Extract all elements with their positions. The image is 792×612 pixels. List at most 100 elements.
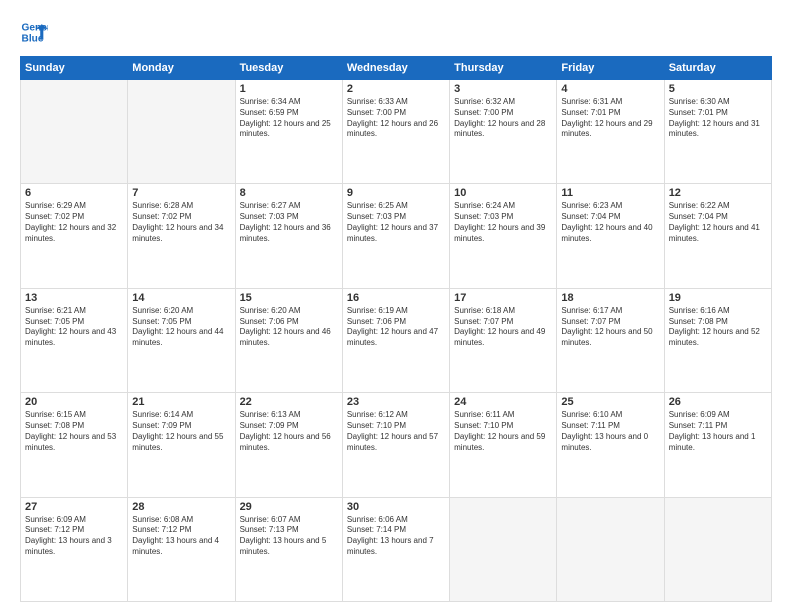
- day-number: 14: [132, 292, 230, 304]
- weekday-header: Saturday: [664, 57, 771, 80]
- calendar-row: 6 Sunrise: 6:29 AMSunset: 7:02 PMDaylight…: [21, 184, 772, 288]
- calendar-cell: 20Sunrise: 6:15 AMSunset: 7:08 PMDayligh…: [21, 393, 128, 497]
- weekday-header: Wednesday: [342, 57, 449, 80]
- cell-info: Sunrise: 6:08 AMSunset: 7:12 PMDaylight:…: [132, 515, 230, 558]
- calendar-cell: 7 Sunrise: 6:28 AMSunset: 7:02 PMDaylight…: [128, 184, 235, 288]
- page: General Blue SundayMondayTuesdayWednesda…: [0, 0, 792, 612]
- cell-info: Sunrise: 6:19 AMSunset: 7:06 PMDaylight:…: [347, 306, 445, 349]
- day-number: 11: [561, 187, 659, 199]
- calendar-cell: 21Sunrise: 6:14 AMSunset: 7:09 PMDayligh…: [128, 393, 235, 497]
- day-number: 4: [561, 83, 659, 95]
- calendar-cell: [450, 497, 557, 601]
- calendar-cell: 12 Sunrise: 6:22 AMSunset: 7:04 PMDayligh…: [664, 184, 771, 288]
- calendar-row: 13Sunrise: 6:21 AMSunset: 7:05 PMDayligh…: [21, 288, 772, 392]
- cell-info: Sunrise: 6:25 AMSunset: 7:03 PMDaylight:…: [347, 201, 445, 244]
- day-number: 23: [347, 396, 445, 408]
- day-number: 25: [561, 396, 659, 408]
- calendar-cell: 10 Sunrise: 6:24 AMSunset: 7:03 PMDayligh…: [450, 184, 557, 288]
- weekday-header: Friday: [557, 57, 664, 80]
- calendar-table: SundayMondayTuesdayWednesdayThursdayFrid…: [20, 56, 772, 602]
- cell-info: Sunrise: 6:14 AMSunset: 7:09 PMDaylight:…: [132, 410, 230, 453]
- cell-info: Sunrise: 6:31 AMSunset: 7:01 PMDaylight:…: [561, 97, 659, 140]
- day-number: 27: [25, 501, 123, 513]
- cell-info: Sunrise: 6:20 AMSunset: 7:05 PMDaylight:…: [132, 306, 230, 349]
- day-number: 20: [25, 396, 123, 408]
- day-number: 8: [240, 187, 338, 199]
- calendar-cell: 4 Sunrise: 6:31 AMSunset: 7:01 PMDaylight…: [557, 80, 664, 184]
- day-number: 17: [454, 292, 552, 304]
- calendar-cell: 19 Sunrise: 6:16 AMSunset: 7:08 PMDayligh…: [664, 288, 771, 392]
- calendar-cell: 1 Sunrise: 6:34 AMSunset: 6:59 PMDaylight…: [235, 80, 342, 184]
- calendar-cell: 17 Sunrise: 6:18 AMSunset: 7:07 PMDayligh…: [450, 288, 557, 392]
- calendar-cell: 9 Sunrise: 6:25 AMSunset: 7:03 PMDaylight…: [342, 184, 449, 288]
- calendar-cell: [128, 80, 235, 184]
- cell-info: Sunrise: 6:23 AMSunset: 7:04 PMDaylight:…: [561, 201, 659, 244]
- calendar-row: 20Sunrise: 6:15 AMSunset: 7:08 PMDayligh…: [21, 393, 772, 497]
- calendar-row: 27 Sunrise: 6:09 AMSunset: 7:12 PMDayligh…: [21, 497, 772, 601]
- calendar-cell: 25 Sunrise: 6:10 AMSunset: 7:11 PMDayligh…: [557, 393, 664, 497]
- logo-icon: General Blue: [20, 18, 48, 46]
- day-number: 28: [132, 501, 230, 513]
- day-number: 1: [240, 83, 338, 95]
- cell-info: Sunrise: 6:20 AMSunset: 7:06 PMDaylight:…: [240, 306, 338, 349]
- calendar-cell: [21, 80, 128, 184]
- weekday-header: Thursday: [450, 57, 557, 80]
- calendar-cell: 18 Sunrise: 6:17 AMSunset: 7:07 PMDayligh…: [557, 288, 664, 392]
- calendar-cell: 27 Sunrise: 6:09 AMSunset: 7:12 PMDayligh…: [21, 497, 128, 601]
- cell-info: Sunrise: 6:11 AMSunset: 7:10 PMDaylight:…: [454, 410, 552, 453]
- weekday-header: Monday: [128, 57, 235, 80]
- cell-info: Sunrise: 6:10 AMSunset: 7:11 PMDaylight:…: [561, 410, 659, 453]
- calendar-cell: 29 Sunrise: 6:07 AMSunset: 7:13 PMDayligh…: [235, 497, 342, 601]
- day-number: 5: [669, 83, 767, 95]
- cell-info: Sunrise: 6:24 AMSunset: 7:03 PMDaylight:…: [454, 201, 552, 244]
- calendar-cell: 5 Sunrise: 6:30 AMSunset: 7:01 PMDaylight…: [664, 80, 771, 184]
- cell-info: Sunrise: 6:07 AMSunset: 7:13 PMDaylight:…: [240, 515, 338, 558]
- calendar-cell: 3Sunrise: 6:32 AMSunset: 7:00 PMDaylight…: [450, 80, 557, 184]
- day-number: 10: [454, 187, 552, 199]
- calendar-cell: [664, 497, 771, 601]
- day-number: 22: [240, 396, 338, 408]
- weekday-header: Tuesday: [235, 57, 342, 80]
- day-number: 15: [240, 292, 338, 304]
- calendar-cell: 23Sunrise: 6:12 AMSunset: 7:10 PMDayligh…: [342, 393, 449, 497]
- calendar-body: 1 Sunrise: 6:34 AMSunset: 6:59 PMDaylight…: [21, 80, 772, 602]
- cell-info: Sunrise: 6:33 AMSunset: 7:00 PMDaylight:…: [347, 97, 445, 140]
- day-number: 19: [669, 292, 767, 304]
- day-number: 2: [347, 83, 445, 95]
- day-number: 29: [240, 501, 338, 513]
- calendar-cell: 6 Sunrise: 6:29 AMSunset: 7:02 PMDaylight…: [21, 184, 128, 288]
- calendar-cell: 14 Sunrise: 6:20 AMSunset: 7:05 PMDayligh…: [128, 288, 235, 392]
- weekday-header: Sunday: [21, 57, 128, 80]
- day-number: 6: [25, 187, 123, 199]
- day-number: 24: [454, 396, 552, 408]
- cell-info: Sunrise: 6:32 AMSunset: 7:00 PMDaylight:…: [454, 97, 552, 140]
- calendar-cell: 26Sunrise: 6:09 AMSunset: 7:11 PMDayligh…: [664, 393, 771, 497]
- calendar-cell: 8 Sunrise: 6:27 AMSunset: 7:03 PMDaylight…: [235, 184, 342, 288]
- cell-info: Sunrise: 6:06 AMSunset: 7:14 PMDaylight:…: [347, 515, 445, 558]
- calendar-cell: 11 Sunrise: 6:23 AMSunset: 7:04 PMDayligh…: [557, 184, 664, 288]
- cell-info: Sunrise: 6:09 AMSunset: 7:12 PMDaylight:…: [25, 515, 123, 558]
- calendar-header-row: SundayMondayTuesdayWednesdayThursdayFrid…: [21, 57, 772, 80]
- day-number: 12: [669, 187, 767, 199]
- cell-info: Sunrise: 6:18 AMSunset: 7:07 PMDaylight:…: [454, 306, 552, 349]
- cell-info: Sunrise: 6:28 AMSunset: 7:02 PMDaylight:…: [132, 201, 230, 244]
- logo: General Blue: [20, 18, 48, 46]
- day-number: 9: [347, 187, 445, 199]
- calendar-cell: 28 Sunrise: 6:08 AMSunset: 7:12 PMDayligh…: [128, 497, 235, 601]
- day-number: 26: [669, 396, 767, 408]
- day-number: 7: [132, 187, 230, 199]
- cell-info: Sunrise: 6:34 AMSunset: 6:59 PMDaylight:…: [240, 97, 338, 140]
- day-number: 13: [25, 292, 123, 304]
- cell-info: Sunrise: 6:16 AMSunset: 7:08 PMDaylight:…: [669, 306, 767, 349]
- cell-info: Sunrise: 6:17 AMSunset: 7:07 PMDaylight:…: [561, 306, 659, 349]
- cell-info: Sunrise: 6:22 AMSunset: 7:04 PMDaylight:…: [669, 201, 767, 244]
- day-number: 30: [347, 501, 445, 513]
- day-number: 16: [347, 292, 445, 304]
- calendar-cell: [557, 497, 664, 601]
- cell-info: Sunrise: 6:29 AMSunset: 7:02 PMDaylight:…: [25, 201, 123, 244]
- cell-info: Sunrise: 6:30 AMSunset: 7:01 PMDaylight:…: [669, 97, 767, 140]
- calendar-cell: 22Sunrise: 6:13 AMSunset: 7:09 PMDayligh…: [235, 393, 342, 497]
- calendar-cell: 16 Sunrise: 6:19 AMSunset: 7:06 PMDayligh…: [342, 288, 449, 392]
- cell-info: Sunrise: 6:27 AMSunset: 7:03 PMDaylight:…: [240, 201, 338, 244]
- day-number: 18: [561, 292, 659, 304]
